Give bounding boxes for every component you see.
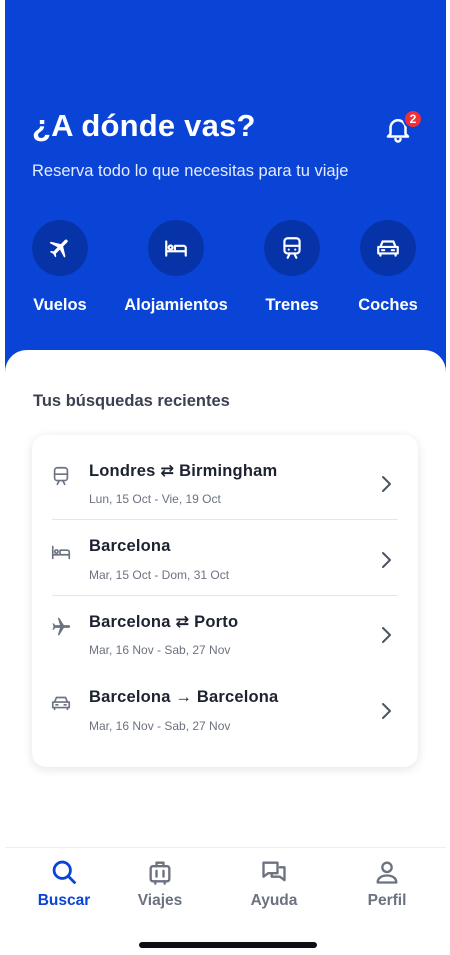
chevron-right-icon — [382, 476, 391, 492]
tab-label: Buscar — [37, 892, 91, 909]
content-sheet: Tus búsquedas recientes Londres ⇄ Birmin… — [5, 350, 446, 850]
recent-search-title: Barcelona ⇄ Porto — [89, 613, 239, 631]
recent-search-item-icon-wrap — [50, 541, 72, 563]
chevron-right-icon — [382, 552, 391, 568]
profile-icon — [376, 861, 398, 884]
category-label: Trenes — [265, 296, 319, 314]
category-label: Vuelos — [33, 296, 87, 314]
train-icon — [283, 237, 301, 259]
recent-search-item-icon-wrap — [50, 692, 72, 714]
category-trenes[interactable]: Trenes — [237, 220, 347, 315]
recent-search-item[interactable]: Barcelona ⇄ Porto Mar, 16 Nov - Sab, 27 … — [32, 586, 418, 662]
recent-search-item[interactable]: Barcelona → Barcelona Mar, 16 Nov - Sab,… — [32, 662, 418, 738]
recent-search-dates: Mar, 16 Nov - Sab, 27 Nov — [89, 643, 231, 657]
bed-icon — [51, 545, 71, 560]
tab-label: Perfil — [367, 892, 407, 909]
bed-icon — [165, 240, 187, 257]
recent-search-dates: Mar, 15 Oct - Dom, 31 Oct — [89, 568, 230, 582]
suitcase-icon — [149, 861, 171, 885]
chat-icon — [262, 861, 286, 882]
tab-buscar[interactable]: Buscar — [14, 858, 114, 910]
plane-icon — [49, 239, 68, 258]
recent-search-item[interactable]: Barcelona Mar, 15 Oct - Dom, 31 Oct — [32, 511, 418, 587]
recent-search-item-icon-wrap — [50, 465, 72, 487]
recent-searches-card: Londres ⇄ Birmingham Lun, 15 Oct - Vie, … — [32, 435, 418, 767]
search-icon — [52, 860, 76, 884]
plane-icon — [52, 617, 71, 636]
recent-searches-heading: Tus búsquedas recientes — [33, 392, 230, 410]
page-subtitle: Reserva todo lo que necesitas para tu vi… — [32, 162, 349, 180]
category-coches-circle — [360, 220, 416, 276]
recent-search-dates: Lun, 15 Oct - Vie, 19 Oct — [89, 492, 221, 506]
train-icon — [53, 466, 69, 486]
category-vuelos[interactable]: Vuelos — [5, 220, 115, 315]
recent-search-item[interactable]: Londres ⇄ Birmingham Lun, 15 Oct - Vie, … — [32, 435, 418, 511]
notifications-button[interactable]: 2 — [383, 109, 423, 148]
category-coches[interactable]: Coches — [333, 220, 443, 315]
recent-search-title: Barcelona — [89, 537, 171, 555]
recent-search-title: Barcelona → Barcelona — [89, 688, 279, 706]
chevron-right-icon — [382, 627, 391, 643]
bottom-tab-bar: Buscar Viajes Ayuda Perfil — [5, 847, 446, 955]
tab-perfil[interactable]: Perfil — [337, 858, 437, 910]
tab-ayuda[interactable]: Ayuda — [224, 858, 324, 910]
chevron-right-icon — [382, 703, 391, 719]
notification-count-badge: 2 — [403, 109, 423, 129]
home-indicator — [139, 942, 317, 948]
category-trenes-circle — [264, 220, 320, 276]
tab-label: Ayuda — [250, 892, 298, 909]
recent-search-dates: Mar, 16 Nov - Sab, 27 Nov — [89, 719, 231, 733]
app-screen: ¿A dónde vas? Reserva todo lo que necesi… — [5, 0, 446, 955]
category-vuelos-circle — [32, 220, 88, 276]
category-label: Alojamientos — [124, 296, 228, 314]
category-alojamientos-circle — [148, 220, 204, 276]
hero-header: ¿A dónde vas? Reserva todo lo que necesi… — [5, 0, 446, 380]
car-icon — [377, 240, 399, 257]
car-icon — [51, 696, 71, 711]
tab-viajes[interactable]: Viajes — [110, 858, 210, 910]
recent-search-item-icon-wrap — [50, 616, 72, 638]
category-label: Coches — [358, 296, 418, 314]
page-title: ¿A dónde vas? — [32, 108, 256, 143]
recent-search-title: Londres ⇄ Birmingham — [89, 462, 278, 480]
tab-label: Viajes — [137, 892, 183, 909]
category-alojamientos[interactable]: Alojamientos — [121, 220, 231, 315]
